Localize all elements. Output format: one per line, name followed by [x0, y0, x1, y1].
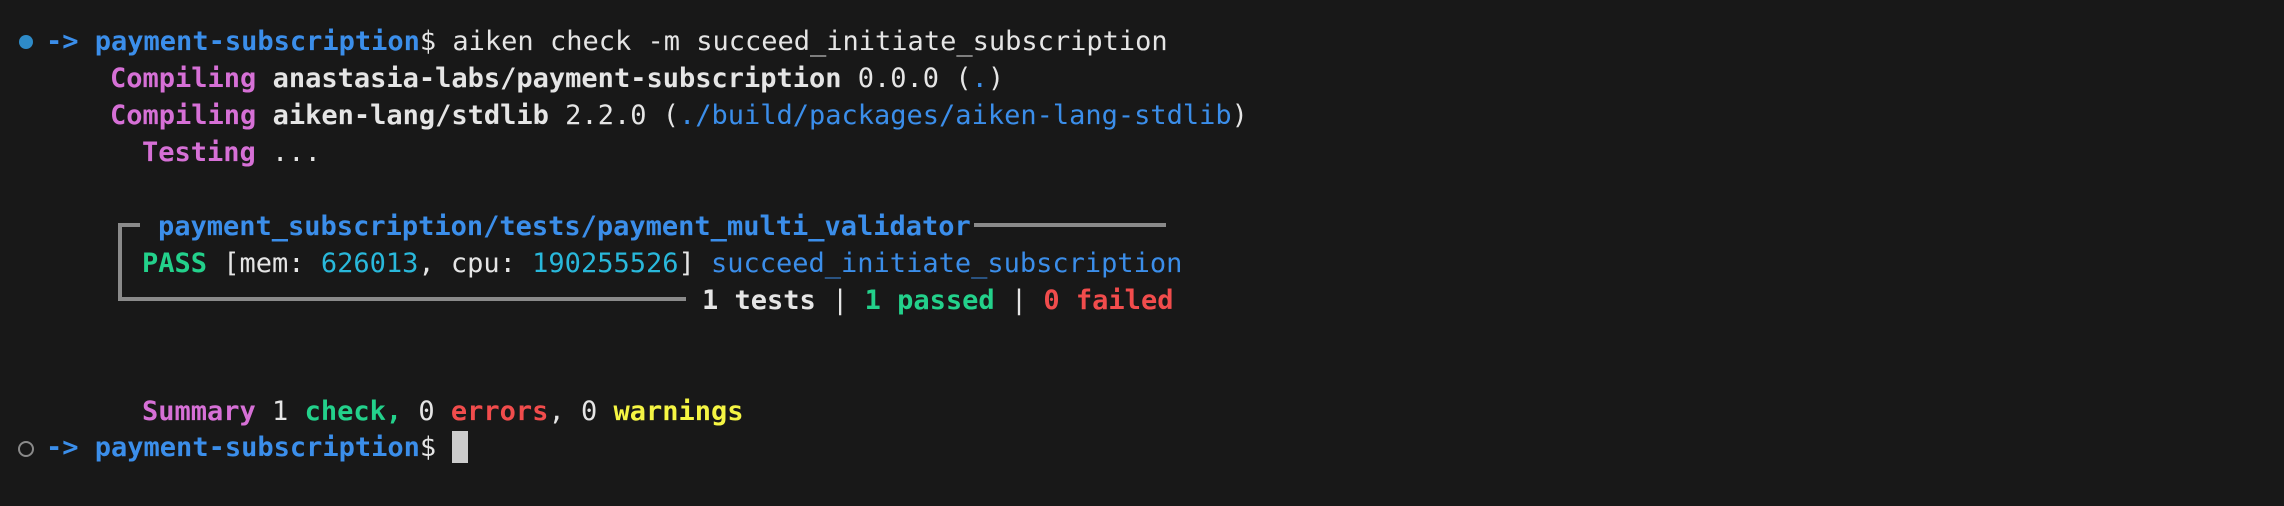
command-line: -> payment-subscription$ aiken check -m …: [46, 23, 1168, 60]
compile-close: ): [1231, 100, 1248, 131]
testing-label: Testing: [142, 137, 256, 168]
prompt-cwd: payment-subscription: [94, 432, 420, 463]
box-bottom-border: [118, 297, 686, 301]
test-name: succeed_initiate_subscription: [711, 248, 1183, 279]
command-pending-indicator[interactable]: [18, 441, 34, 457]
summary-pipe-2: |: [994, 285, 1044, 316]
tests-count: 1 tests: [702, 285, 816, 316]
summary-label: Summary: [142, 396, 256, 427]
compile-version: 0.0.0 (: [841, 63, 972, 94]
passed-count: 1 passed: [864, 285, 995, 316]
compile-path: .: [971, 63, 988, 94]
summary-check-count: 1: [255, 396, 305, 427]
command-success-indicator[interactable]: [19, 35, 33, 49]
test-mem-open: [mem:: [207, 248, 321, 279]
box-top-right-border: [974, 223, 1166, 227]
compile-version: 2.2.0 (: [548, 100, 679, 131]
testing-line: Testing ...: [142, 134, 321, 171]
summary-check: check,: [304, 396, 403, 427]
prompt-symbol: $: [419, 26, 437, 57]
summary-warnings: warnings: [613, 396, 744, 427]
test-mem-value: 626013: [320, 248, 419, 279]
box-left-border: [118, 223, 122, 301]
compile-line-1: Compiling anastasia-labs/payment-subscri…: [110, 60, 1004, 97]
compile-label: Compiling: [110, 63, 257, 94]
test-cpu-label: , cpu:: [418, 248, 533, 279]
summary-warnings-count: , 0: [548, 396, 614, 427]
compile-package: aiken-lang/stdlib: [272, 100, 549, 131]
failed-count: 0 failed: [1043, 285, 1174, 316]
test-summary-row: 1 tests | 1 passed | 0 failed: [702, 282, 1173, 319]
test-cpu-value: 190255526: [532, 248, 679, 279]
summary-line: Summary 1 check, 0 errors, 0 warnings: [142, 393, 744, 430]
summary-pipe-1: |: [815, 285, 865, 316]
summary-errors-count: 0: [402, 396, 451, 427]
testing-ellipsis: ...: [255, 137, 321, 168]
compile-line-2: Compiling aiken-lang/stdlib 2.2.0 (./bui…: [110, 97, 1248, 134]
prompt-symbol: $: [419, 432, 437, 463]
prompt-cwd: payment-subscription: [94, 26, 420, 57]
compile-close: ): [987, 63, 1005, 94]
test-budget-close: ]: [678, 248, 711, 279]
test-result-row: PASS [mem: 626013, cpu: 190255526] succe…: [142, 245, 1182, 282]
test-module-title: payment_subscription/tests/payment_multi…: [158, 208, 971, 245]
prompt-arrow: ->: [46, 26, 79, 57]
compile-package: anastasia-labs/payment-subscription: [272, 63, 842, 94]
prompt-line[interactable]: -> payment-subscription$: [46, 429, 469, 466]
compile-path: ./build/packages/aiken-lang-stdlib: [678, 100, 1232, 131]
terminal-cursor[interactable]: [452, 430, 469, 463]
prompt-arrow: ->: [46, 432, 79, 463]
test-module-name: payment_subscription/tests/payment_multi…: [158, 211, 971, 242]
compile-label: Compiling: [110, 100, 257, 131]
summary-errors: errors: [450, 396, 549, 427]
command-text: aiken check -m succeed_initiate_subscrip…: [436, 26, 1168, 57]
test-status-badge: PASS: [142, 248, 208, 279]
